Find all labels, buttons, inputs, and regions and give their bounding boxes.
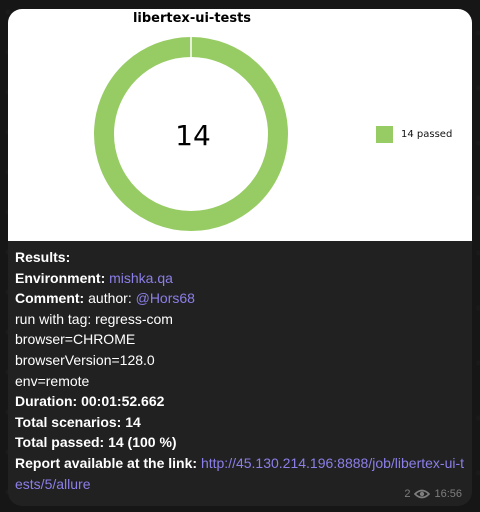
scenarios-value: 14 — [125, 413, 141, 430]
message-meta: 2 16:56 — [404, 488, 462, 500]
env-line: env=remote — [15, 372, 90, 389]
report-label: Report available at the link: — [15, 454, 198, 471]
environment-link[interactable]: mishka.qa — [109, 270, 173, 286]
environment-label: Environment: — [15, 269, 106, 286]
environment-line: Environment: mishka.qa — [15, 268, 465, 289]
view-count: 2 — [404, 488, 411, 500]
browser-line: browser=CHROME — [15, 331, 136, 348]
donut-center-label: 14 — [175, 119, 211, 152]
results-heading: Results: — [15, 249, 71, 265]
comment-author-text: author: — [88, 290, 132, 307]
passed-line: Total passed: 14 (100 %) — [15, 432, 465, 453]
duration-line: Duration: 00:01:52.662 — [15, 391, 465, 412]
eye-icon — [414, 489, 431, 499]
legend-label-passed: 14 passed — [401, 128, 453, 140]
scenarios-label: Total scenarios: — [15, 413, 122, 430]
comment-label: Comment: — [15, 290, 85, 307]
message-time: 16:56 — [434, 488, 462, 500]
tag-line: run with tag: regress-com — [15, 310, 173, 327]
scenarios-line: Total scenarios: 14 — [15, 412, 465, 433]
browser-version-line: browserVersion=128.0 — [15, 351, 155, 368]
author-mention-link[interactable]: @Hors68 — [136, 290, 195, 306]
legend-swatch-passed — [376, 125, 393, 143]
message-bubble[interactable]: libertex-ui-tests 14 14 passed Results: … — [8, 9, 472, 506]
comment-line: Comment: author: @Hors68 — [15, 288, 465, 309]
passed-value: 14 (100 %) — [108, 434, 177, 451]
report-line: Report available at the link: http://45.… — [15, 453, 465, 494]
chart-legend: 14 passed — [376, 125, 452, 143]
passed-label: Total passed: — [15, 434, 105, 451]
duration-label: Duration: — [15, 393, 78, 410]
duration-value: 00:01:52.662 — [81, 393, 165, 410]
message-text: Results: Environment: mishka.qa Comment:… — [15, 247, 465, 494]
chart-image[interactable]: libertex-ui-tests 14 14 passed — [8, 9, 472, 241]
